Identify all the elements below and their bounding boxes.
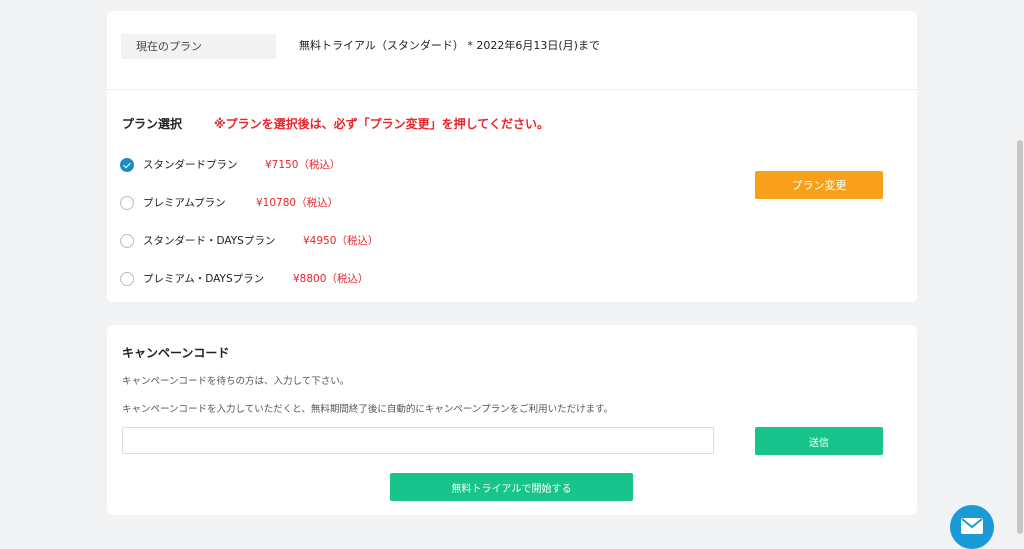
send-button[interactable]: 送信: [755, 427, 883, 455]
campaign-title: キャンペーンコード: [122, 346, 230, 360]
radio-checked-icon[interactable]: [120, 158, 134, 172]
plan-select-title: プラン選択: [122, 117, 183, 131]
contact-button[interactable]: [950, 505, 994, 549]
plan-select-note: ※プランを選択後は、必ず「プラン変更」を押してください。: [214, 117, 549, 131]
current-plan-label: 現在のプラン: [121, 34, 276, 59]
plan-option-price: ¥10780（税込）: [256, 197, 339, 209]
scrollbar-thumb[interactable]: [1017, 140, 1023, 534]
plan-option-price: ¥4950（税込）: [303, 235, 379, 247]
campaign-description-1: キャンペーンコードを待ちの方は、入力して下さい。: [122, 376, 350, 387]
plan-option-price: ¥8800（税込）: [293, 273, 369, 285]
campaign-code-input[interactable]: [122, 427, 714, 454]
current-plan-row: 現在のプラン 無料トライアル（スタンダード） * 2022年6月13日(月)まで: [107, 11, 917, 90]
campaign-description-2: キャンペーンコードを入力していただくと、無料期間終了後に自動的にキャンペーンプラ…: [122, 404, 614, 415]
plan-option-name: プレミアム・DAYSプラン: [143, 273, 265, 285]
radio-icon[interactable]: [120, 272, 134, 286]
radio-icon[interactable]: [120, 234, 134, 248]
plan-card: 現在のプラン 無料トライアル（スタンダード） * 2022年6月13日(月)まで…: [107, 11, 917, 302]
plan-change-button[interactable]: プラン変更: [755, 171, 883, 199]
plan-option-price: ¥7150（税込）: [265, 159, 341, 171]
mail-icon: [961, 518, 983, 534]
plan-option-name: スタンダード・DAYSプラン: [143, 235, 276, 247]
plan-option-name: プレミアムプラン: [143, 197, 226, 209]
start-trial-button[interactable]: 無料トライアルで開始する: [390, 473, 633, 501]
campaign-card: キャンペーンコード キャンペーンコードを待ちの方は、入力して下さい。 キャンペー…: [107, 325, 917, 515]
radio-icon[interactable]: [120, 196, 134, 210]
current-plan-value: 無料トライアル（スタンダード） * 2022年6月13日(月)まで: [299, 39, 600, 52]
plan-option-name: スタンダードプラン: [143, 159, 238, 171]
